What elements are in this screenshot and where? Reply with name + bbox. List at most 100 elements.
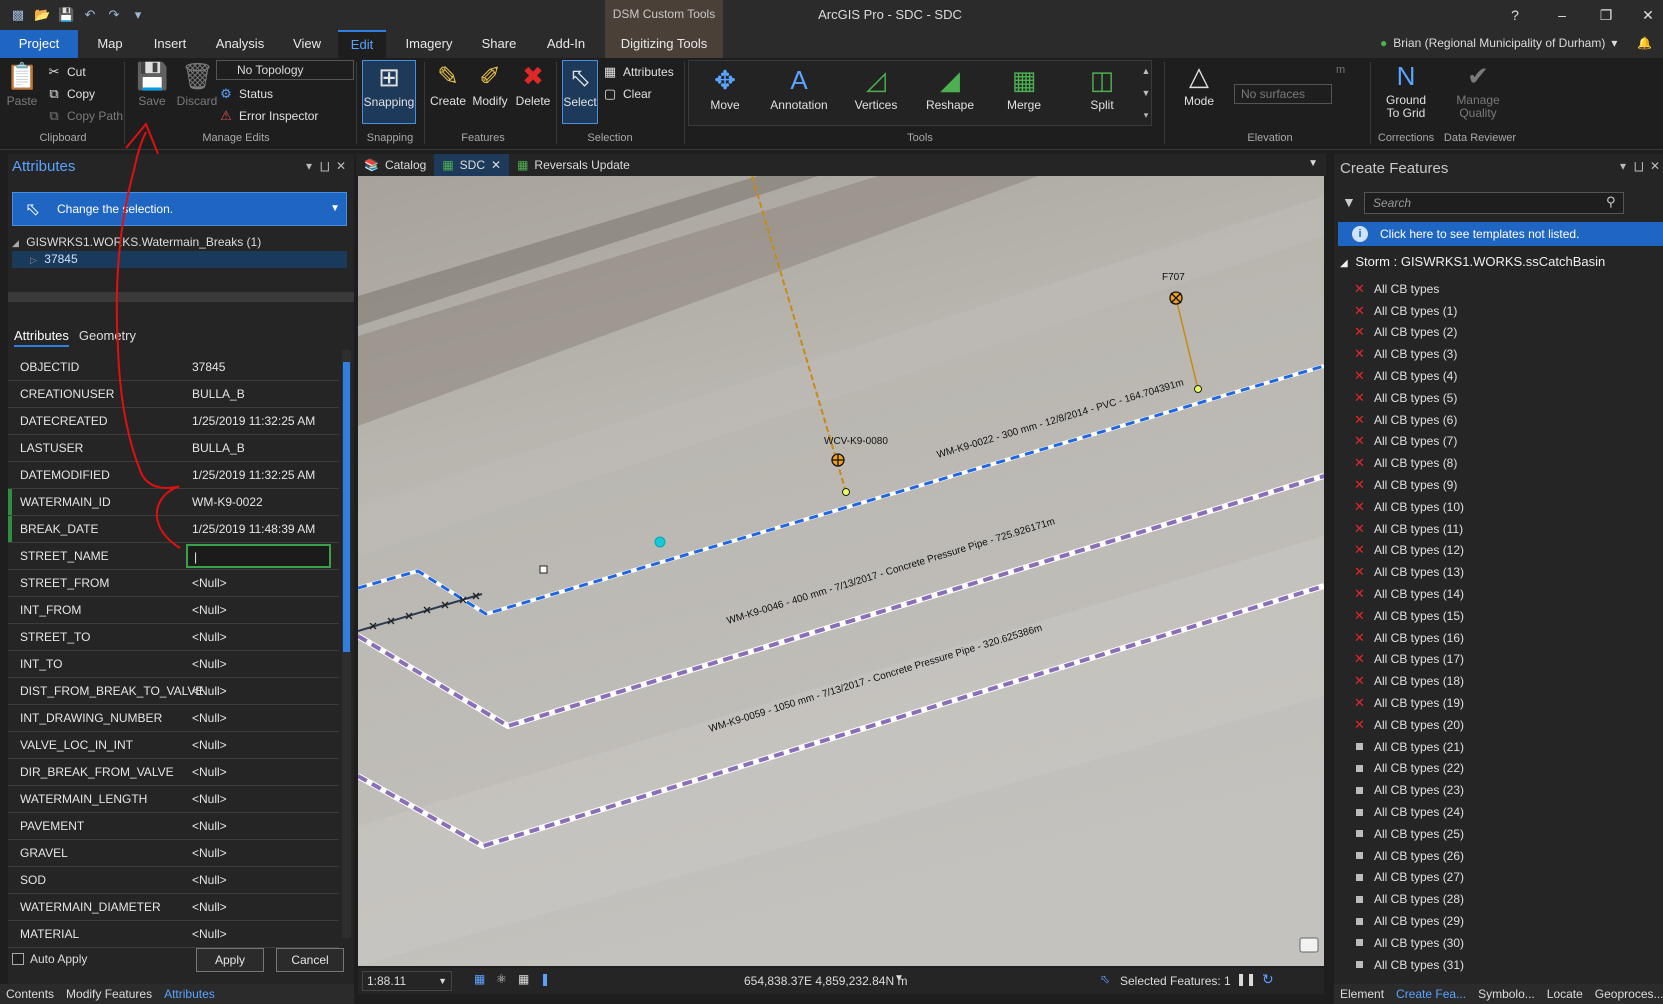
template-item[interactable]: All CB types (24) [1354,801,1654,823]
template-item[interactable]: ✕ All CB types (14) [1354,583,1654,605]
close-tab-icon[interactable]: ✕ [491,158,501,172]
scrollbar-thumb[interactable] [343,362,350,652]
attribute-row[interactable]: DATECREATED 1/25/2019 11:32:25 AM [8,408,339,435]
attribute-row[interactable]: LASTUSER BULLA_B [8,435,339,462]
template-item[interactable]: ✕ All CB types (20) [1354,714,1654,736]
tab-element[interactable]: Element [1334,984,1390,1004]
ground-to-grid-button[interactable]: N Ground To Grid [1374,60,1438,120]
template-item[interactable]: ✕ All CB types (13) [1354,561,1654,583]
topology-dropdown[interactable]: No Topology [216,60,354,80]
select-button[interactable]: ⬁ Select [562,60,598,124]
discard-edits-button[interactable]: 🗑 Discard [174,60,220,108]
tab-geometry[interactable]: Geometry [79,328,136,347]
user-account[interactable]: ● Brian (Regional Municipality of Durham… [1380,36,1652,50]
undo-icon[interactable]: ↶ [82,7,98,23]
move-tool[interactable]: ✥ Move [700,64,750,112]
template-item[interactable]: All CB types (25) [1354,823,1654,845]
tab-share[interactable]: Share [474,30,524,58]
cut-button[interactable]: ✂ Cut [46,62,86,82]
template-item[interactable]: All CB types (21) [1354,736,1654,758]
attribute-row[interactable]: DIR_BREAK_FROM_VALVE <Null> [8,759,339,786]
field-value[interactable]: <Null> [186,705,339,731]
surfaces-dropdown[interactable]: No surfaces [1234,84,1332,104]
attributes-button[interactable]: ▦ Attributes [602,62,674,82]
template-search-input[interactable]: Search [1364,192,1624,214]
scale-dropdown[interactable]: 1:88.11 ▼ [362,971,452,991]
attribute-row[interactable]: WATERMAIN_LENGTH <Null> [8,786,339,813]
create-button[interactable]: ✎ Create [428,60,468,108]
template-item[interactable]: ✕ All CB types (6) [1354,409,1654,431]
field-value[interactable]: 1/25/2019 11:32:25 AM [186,408,339,434]
attribute-row[interactable]: STREET_TO <Null> [8,624,339,651]
template-item[interactable]: ✕ All CB types (18) [1354,670,1654,692]
field-value[interactable]: <Null> [186,624,339,650]
error-inspector-button[interactable]: ⚠ Error Inspector [218,106,318,126]
tab-edit[interactable]: Edit [338,30,386,58]
template-item[interactable]: All CB types (31) [1354,954,1654,976]
merge-tool[interactable]: ▦ Merge [996,64,1052,112]
tab-contents[interactable]: Contents [0,984,60,1004]
paste-button[interactable]: 📋 Paste [4,60,40,108]
tab-reversals-update[interactable]: ▦ Reversals Update [509,154,638,176]
field-value[interactable]: 1/25/2019 11:32:25 AM [186,462,339,488]
template-group-header[interactable]: ◢ Storm : GISWRKS1.WORKS.ssCatchBasin [1340,254,1605,269]
project-icon[interactable]: ▩ [10,7,26,23]
field-value[interactable]: 1/25/2019 11:48:39 AM [186,516,339,542]
gallery-scroll[interactable]: ▲ ▼ ▾ [1140,60,1152,126]
valve-symbol[interactable] [831,453,845,467]
tab-sdc-map[interactable]: ▦ SDC ✕ [434,154,510,176]
coordinate-format-chevron-icon[interactable]: ▼ [894,973,904,984]
attribute-row[interactable]: OBJECTID 37845 [8,354,339,381]
copy-button[interactable]: ⧉ Copy [46,84,95,104]
attributes-scrollbar[interactable] [342,350,351,938]
field-value[interactable]: <Null> [186,570,339,596]
pause-drawing-icon[interactable]: ❚❚ [1236,972,1256,986]
attribute-row[interactable]: MATERIAL <Null> [8,921,339,948]
close-button[interactable]: ✕ [1638,5,1658,25]
annotation-tool[interactable]: A Annotation [764,64,834,112]
tab-catalog[interactable]: 📚 Catalog [356,154,434,176]
template-item[interactable]: ✕ All CB types (11) [1354,518,1654,540]
navigation-icon[interactable]: ❚ [540,972,550,986]
tab-insert[interactable]: Insert [146,30,194,58]
template-item[interactable]: All CB types (23) [1354,779,1654,801]
restore-button[interactable]: ❐ [1596,5,1616,25]
refresh-icon[interactable]: ↻ [1262,971,1274,988]
pin-icon[interactable]: ⨆ [320,159,330,174]
template-item[interactable]: ✕ All CB types (12) [1354,540,1654,562]
collapse-icon[interactable]: ◢ [1340,258,1348,269]
attribute-row[interactable]: STREET_FROM <Null> [8,570,339,597]
snap-tool-icon[interactable]: ⚛ [496,972,507,986]
attribute-row[interactable]: PAVEMENT <Null> [8,813,339,840]
save-project-icon[interactable]: 💾 [58,7,74,23]
filter-icon[interactable]: ▼ [1342,194,1356,210]
field-value[interactable]: BULLA_B [186,435,339,461]
field-value[interactable]: <Null> [186,597,339,623]
field-value-input[interactable]: | [186,544,331,568]
field-value[interactable]: <Null> [186,678,339,704]
notification-bell-icon[interactable]: 🔔 [1637,36,1652,50]
template-item[interactable]: ✕ All CB types (19) [1354,692,1654,714]
template-item[interactable]: ✕ All CB types (1) [1354,300,1654,322]
template-item[interactable]: ✕ All CB types (2) [1354,322,1654,344]
close-icon[interactable]: ✕ [336,159,346,173]
templates-info-banner[interactable]: i Click here to see templates not listed… [1338,222,1663,246]
snapping-button[interactable]: ⊞ Snapping [362,60,416,124]
auto-apply-checkbox[interactable]: Auto Apply [12,952,87,966]
table-view-icon[interactable]: ▦ [518,972,529,986]
save-edits-button[interactable]: 💾 Save [132,60,172,108]
tab-create-features[interactable]: Create Fea... [1390,984,1472,1004]
attribute-row[interactable]: BREAK_DATE 1/25/2019 11:48:39 AM [8,516,339,543]
attribute-row[interactable]: CREATIONUSER BULLA_B [8,381,339,408]
customize-qat-icon[interactable]: ▾ [130,7,146,23]
tab-locate[interactable]: Locate [1541,984,1589,1004]
template-item[interactable]: All CB types (27) [1354,867,1654,889]
tab-project[interactable]: Project [0,30,78,58]
reshape-tool[interactable]: ◢ Reshape [920,64,980,112]
expand-icon[interactable]: ◢ [12,238,19,248]
field-value[interactable]: <Null> [186,867,339,893]
attribute-row[interactable]: WATERMAIN_ID WM-K9-0022 [8,489,339,516]
redo-icon[interactable]: ↷ [106,7,122,23]
attribute-row[interactable]: WATERMAIN_DIAMETER <Null> [8,894,339,921]
open-icon[interactable]: 📂 [34,7,50,23]
